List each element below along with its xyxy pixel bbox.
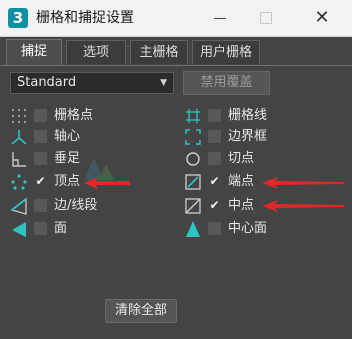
- snap-type-value: Standard: [17, 75, 77, 90]
- grid-points-icon: [10, 106, 28, 126]
- endpoint-label: 端点: [228, 174, 255, 189]
- grid-snap-settings-window: 3 栅格和捕捉设置 ✕ 捕捉 选项 主栅格 用户栅格 Standard ▼ 禁用…: [0, 0, 352, 339]
- annotation-arrow-midpoint: [262, 200, 344, 212]
- pivot-icon: [10, 127, 28, 147]
- grid-points-checkbox[interactable]: [34, 109, 47, 122]
- face-icon: [10, 219, 28, 239]
- grid-points-label: 栅格点: [54, 108, 94, 123]
- pivot-checkbox[interactable]: [34, 130, 47, 143]
- bounding-box-checkbox[interactable]: [208, 130, 221, 143]
- clear-all-button[interactable]: 清除全部: [105, 299, 177, 323]
- snap-row-pivot: 轴心: [10, 127, 160, 147]
- annotation-arrow-endpoint: [262, 177, 344, 189]
- close-button[interactable]: ✕: [312, 8, 332, 28]
- snap-row-edge-segment: 边/线段: [10, 196, 160, 216]
- perpendicular-icon: [10, 149, 28, 169]
- tab-panel-border: [0, 65, 352, 66]
- face-checkbox[interactable]: [34, 222, 47, 235]
- edge-segment-checkbox[interactable]: [34, 199, 47, 212]
- tangent-label: 切点: [228, 151, 255, 166]
- vertex-icon: [10, 172, 28, 192]
- edge-segment-icon: [10, 196, 28, 216]
- vertex-label: 顶点: [54, 174, 81, 189]
- grid-lines-label: 栅格线: [228, 108, 268, 123]
- edge-segment-label: 边/线段: [54, 198, 98, 213]
- tab-bar: 捕捉 选项 主栅格 用户栅格: [0, 39, 352, 66]
- midpoint-icon: [184, 196, 202, 216]
- app-logo-icon: 3: [8, 8, 28, 28]
- override-off-button[interactable]: 禁用覆盖: [183, 71, 270, 95]
- bounding-box-label: 边界框: [228, 129, 268, 144]
- maximize-button[interactable]: [256, 8, 276, 28]
- midpoint-label: 中点: [228, 198, 255, 213]
- pivot-label: 轴心: [54, 129, 81, 144]
- annotation-arrow-vertex: [84, 177, 130, 189]
- face-label: 面: [54, 221, 68, 236]
- tab-snaps[interactable]: 捕捉: [6, 39, 62, 65]
- center-face-checkbox[interactable]: [208, 222, 221, 235]
- tab-home-grid[interactable]: 主栅格: [130, 40, 188, 64]
- vertex-checkbox[interactable]: ✔: [34, 175, 47, 188]
- perpendicular-checkbox[interactable]: [34, 152, 47, 165]
- snap-type-dropdown[interactable]: Standard ▼: [10, 72, 174, 94]
- grid-lines-icon: [184, 106, 202, 126]
- tab-options[interactable]: 选项: [66, 40, 126, 64]
- snap-row-face: 面: [10, 219, 160, 239]
- snap-row-grid-points: 栅格点: [10, 106, 160, 126]
- grid-lines-checkbox[interactable]: [208, 109, 221, 122]
- snap-row-center-face: 中心面: [184, 219, 334, 239]
- bounding-box-icon: [184, 127, 202, 147]
- perpendicular-label: 垂足: [54, 151, 81, 166]
- minimize-button[interactable]: [210, 8, 230, 28]
- midpoint-checkbox[interactable]: ✔: [208, 199, 221, 212]
- chevron-down-icon: ▼: [160, 78, 167, 88]
- snap-row-grid-lines: 栅格线: [184, 106, 334, 126]
- title-bar: 3 栅格和捕捉设置 ✕: [0, 0, 352, 37]
- window-title: 栅格和捕捉设置: [36, 10, 134, 26]
- snap-row-bounding-box: 边界框: [184, 127, 334, 147]
- tab-user-grids[interactable]: 用户栅格: [192, 40, 260, 64]
- center-face-label: 中心面: [228, 221, 268, 236]
- center-face-icon: [184, 219, 202, 239]
